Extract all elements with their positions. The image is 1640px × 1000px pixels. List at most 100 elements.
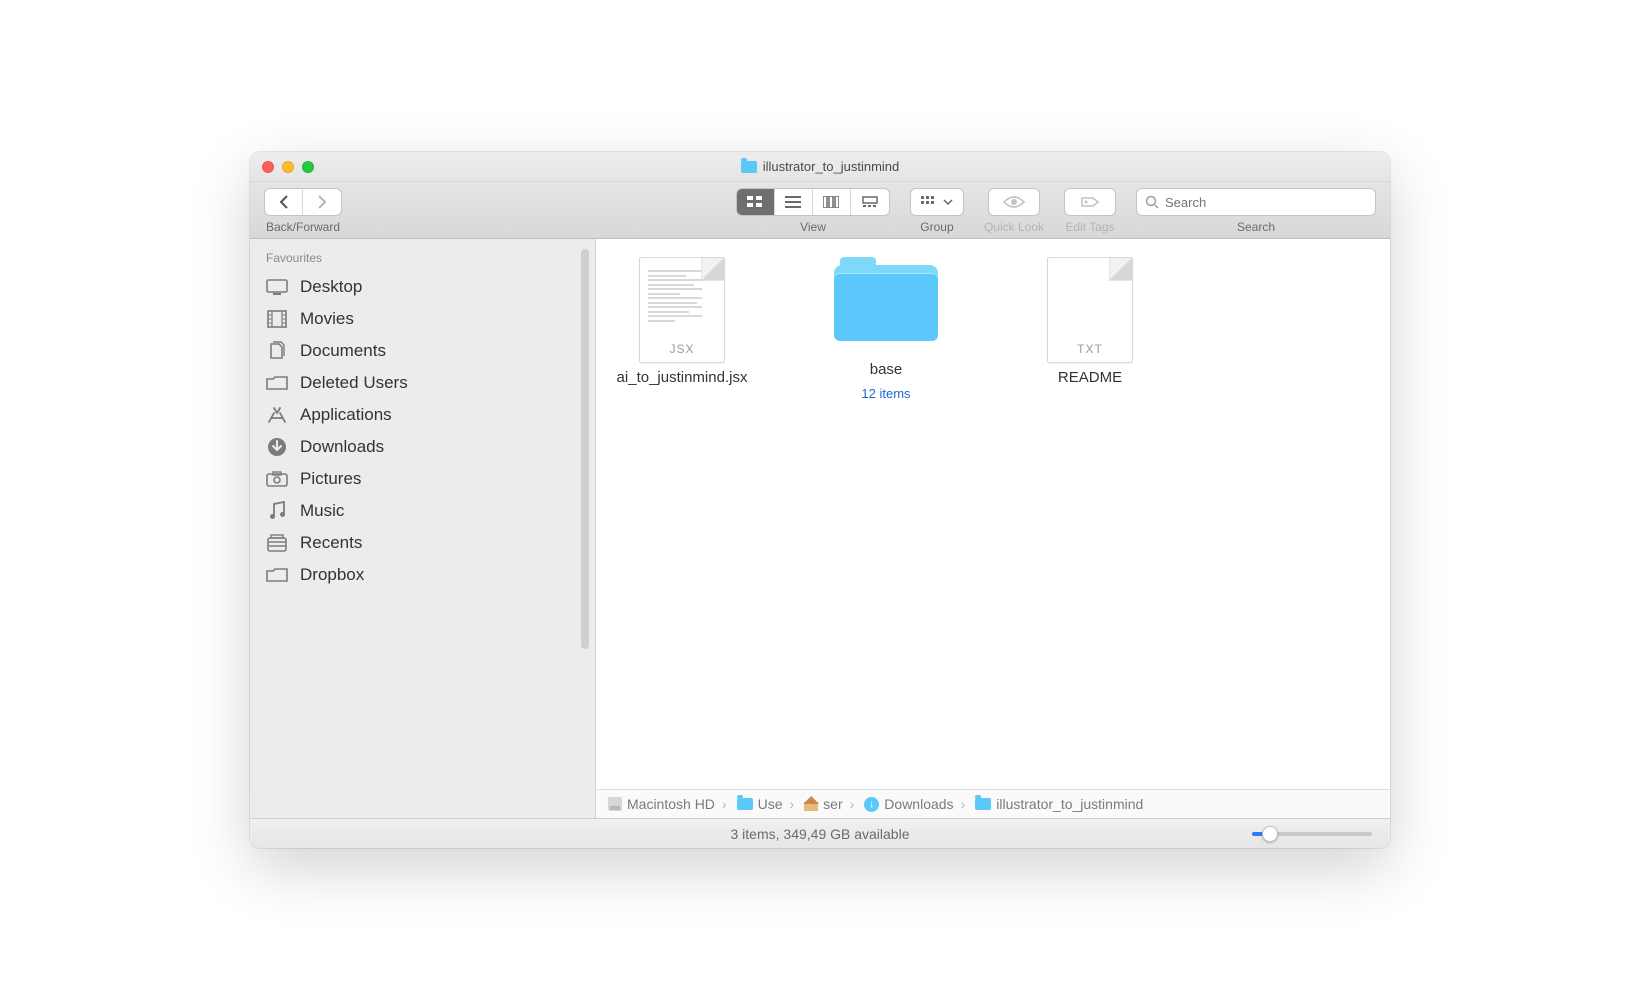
sidebar-item-label: Pictures xyxy=(300,469,361,489)
sidebar-item-label: Dropbox xyxy=(300,565,364,585)
applications-icon xyxy=(266,406,288,424)
path-segment[interactable]: illustrator_to_justinmind xyxy=(975,796,1143,812)
home-icon xyxy=(804,797,818,811)
sidebar-item-documents[interactable]: Documents xyxy=(250,335,595,367)
window-controls xyxy=(262,161,314,173)
file-grid[interactable]: JSX ai_to_justinmind.jsx base 12 items xyxy=(596,239,1390,789)
path-segment[interactable]: Use › xyxy=(737,796,797,812)
folder-icon xyxy=(741,161,757,173)
content-area: JSX ai_to_justinmind.jsx base 12 items xyxy=(596,239,1390,818)
sidebar-item-label: Deleted Users xyxy=(300,373,408,393)
group-group: Group xyxy=(910,188,964,234)
sidebar-item-label: Music xyxy=(300,501,344,521)
path-label: ser xyxy=(823,796,842,812)
pictures-icon xyxy=(266,470,288,488)
file-badge: JSX xyxy=(669,342,694,356)
sidebar-item-dropbox[interactable]: Dropbox xyxy=(250,559,595,591)
path-label: Macintosh HD xyxy=(627,796,715,812)
back-button[interactable] xyxy=(265,189,303,215)
file-item-txt[interactable]: TXT README xyxy=(1020,257,1160,388)
chevron-right-icon: › xyxy=(850,796,855,812)
recents-icon xyxy=(266,534,288,552)
sidebar-item-pictures[interactable]: Pictures xyxy=(250,463,595,495)
path-segment[interactable]: Macintosh HD › xyxy=(608,796,729,812)
file-badge: TXT xyxy=(1077,342,1103,356)
desktop-icon xyxy=(266,278,288,296)
sidebar-item-label: Movies xyxy=(300,309,354,329)
minimize-icon[interactable] xyxy=(282,161,294,173)
file-item-jsx[interactable]: JSX ai_to_justinmind.jsx xyxy=(612,257,752,388)
grid-icon xyxy=(921,196,937,208)
search-icon xyxy=(1145,195,1159,209)
quicklook-group: Quick Look xyxy=(984,188,1044,234)
sidebar-item-label: Desktop xyxy=(300,277,362,297)
view-seg xyxy=(736,188,890,216)
quicklook-button[interactable] xyxy=(988,188,1040,216)
list-view-button[interactable] xyxy=(775,189,813,215)
sidebar-item-recents[interactable]: Recents xyxy=(250,527,595,559)
chevron-down-icon xyxy=(943,199,953,205)
edittags-group: Edit Tags xyxy=(1064,188,1116,234)
path-label: Downloads xyxy=(884,796,953,812)
tag-icon xyxy=(1079,195,1101,209)
disk-icon xyxy=(608,797,622,811)
view-group: View xyxy=(736,188,890,234)
back-forward-label: Back/Forward xyxy=(266,220,340,234)
file-icon: JSX xyxy=(639,257,725,363)
body: Favourites Desktop Movies Documents xyxy=(250,239,1390,818)
back-forward-seg xyxy=(264,188,342,216)
documents-icon xyxy=(266,342,288,360)
search-input[interactable] xyxy=(1165,195,1367,210)
window-title-text: illustrator_to_justinmind xyxy=(763,159,900,174)
edittags-button[interactable] xyxy=(1064,188,1116,216)
close-icon[interactable] xyxy=(262,161,274,173)
path-segment[interactable]: ser › xyxy=(804,796,856,812)
music-icon xyxy=(266,502,288,520)
folder-icon xyxy=(834,257,938,341)
titlebar: illustrator_to_justinmind xyxy=(250,152,1390,182)
sidebar-item-applications[interactable]: Applications xyxy=(250,399,595,431)
file-subtitle: 12 items xyxy=(861,386,910,401)
sidebar-item-label: Applications xyxy=(300,405,392,425)
file-name: ai_to_justinmind.jsx xyxy=(617,369,748,388)
sidebar-item-deleted-users[interactable]: Deleted Users xyxy=(250,367,595,399)
chevron-right-icon: › xyxy=(790,796,795,812)
sidebar-scrollbar[interactable] xyxy=(581,249,589,649)
sidebar: Favourites Desktop Movies Documents xyxy=(250,239,596,818)
icon-view-button[interactable] xyxy=(737,189,775,215)
folder-icon xyxy=(266,374,288,392)
fullscreen-icon[interactable] xyxy=(302,161,314,173)
sidebar-item-label: Downloads xyxy=(300,437,384,457)
file-item-folder[interactable]: base 12 items xyxy=(816,257,956,401)
downloads-icon: ↓ xyxy=(864,797,879,812)
forward-button[interactable] xyxy=(303,189,341,215)
zoom-slider[interactable] xyxy=(1252,832,1372,836)
path-segment[interactable]: ↓ Downloads › xyxy=(864,796,967,812)
folder-icon xyxy=(266,566,288,584)
path-bar: Macintosh HD › Use › ser › ↓ Downloads › xyxy=(596,789,1390,818)
view-label: View xyxy=(800,220,826,234)
file-name: base xyxy=(870,361,903,380)
window-title: illustrator_to_justinmind xyxy=(250,159,1390,174)
toolbar: Back/Forward View xyxy=(250,182,1390,239)
status-text: 3 items, 349,49 GB available xyxy=(731,826,910,842)
group-label: Group xyxy=(920,220,953,234)
slider-track xyxy=(1252,832,1372,836)
chevron-right-icon: › xyxy=(722,796,727,812)
sidebar-item-label: Recents xyxy=(300,533,362,553)
group-button[interactable] xyxy=(910,188,964,216)
sidebar-item-music[interactable]: Music xyxy=(250,495,595,527)
sidebar-item-movies[interactable]: Movies xyxy=(250,303,595,335)
gallery-view-button[interactable] xyxy=(851,189,889,215)
sidebar-item-downloads[interactable]: Downloads xyxy=(250,431,595,463)
sidebar-heading: Favourites xyxy=(250,249,595,271)
chevron-right-icon: › xyxy=(961,796,966,812)
search-group: Search xyxy=(1136,188,1376,234)
slider-knob[interactable] xyxy=(1262,826,1278,842)
sidebar-item-desktop[interactable]: Desktop xyxy=(250,271,595,303)
column-view-button[interactable] xyxy=(813,189,851,215)
finder-window: illustrator_to_justinmind Back/Forward xyxy=(250,152,1390,848)
file-name: README xyxy=(1058,369,1122,388)
search-field[interactable] xyxy=(1136,188,1376,216)
path-label: illustrator_to_justinmind xyxy=(996,796,1143,812)
